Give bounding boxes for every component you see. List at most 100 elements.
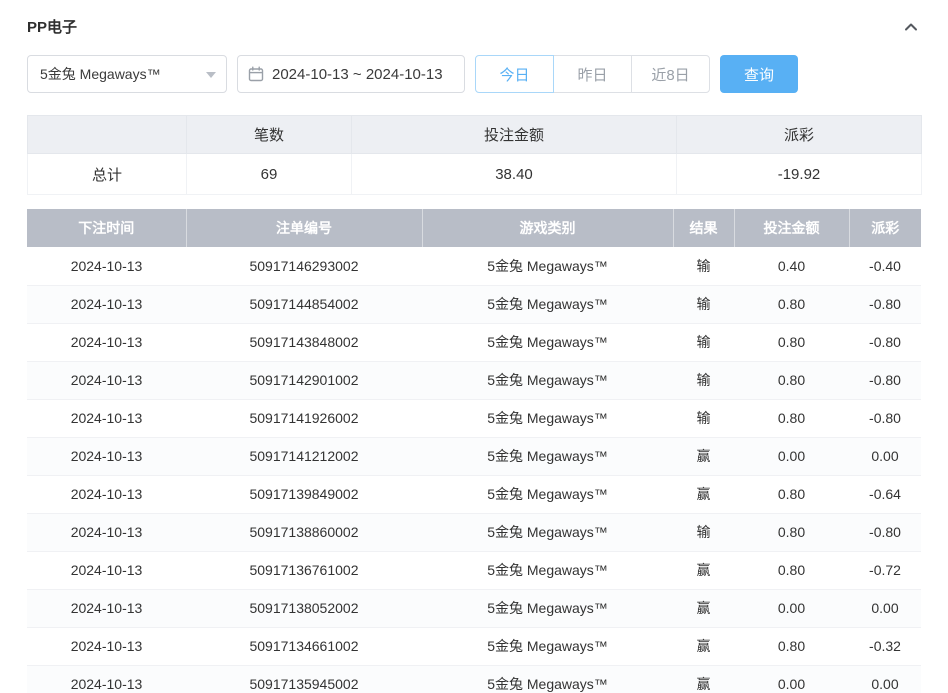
cell-bet-amount: 0.40: [734, 247, 849, 285]
cell-result: 输: [673, 513, 734, 551]
cell-bet-amount: 0.00: [734, 437, 849, 475]
table-row: 2024-10-13509171359450025金兔 Megaways™赢0.…: [27, 665, 921, 693]
cell-bet-time: 2024-10-13: [27, 399, 186, 437]
cell-bet-time: 2024-10-13: [27, 513, 186, 551]
summary-total-count: 69: [187, 154, 352, 195]
table-row: 2024-10-13509171438480025金兔 Megaways™输0.…: [27, 323, 921, 361]
table-row: 2024-10-13509171380520025金兔 Megaways™赢0.…: [27, 589, 921, 627]
header-bet-amount: 投注金额: [734, 209, 849, 247]
cell-result: 赢: [673, 437, 734, 475]
cell-bet-time: 2024-10-13: [27, 665, 186, 693]
cell-game-type: 5金兔 Megaways™: [422, 589, 673, 627]
cell-bet-amount: 0.00: [734, 589, 849, 627]
cell-bet-amount: 0.80: [734, 551, 849, 589]
cell-payout: -0.80: [849, 361, 921, 399]
cell-result: 输: [673, 247, 734, 285]
header-result: 结果: [673, 209, 734, 247]
table-row: 2024-10-13509171429010025金兔 Megaways™输0.…: [27, 361, 921, 399]
date-range-input[interactable]: 2024-10-13 ~ 2024-10-13: [237, 55, 465, 93]
cell-game-type: 5金兔 Megaways™: [422, 399, 673, 437]
cell-order-id: 50917141926002: [186, 399, 422, 437]
cell-result: 赢: [673, 665, 734, 693]
cell-bet-time: 2024-10-13: [27, 475, 186, 513]
cell-game-type: 5金兔 Megaways™: [422, 361, 673, 399]
cell-payout: -0.32: [849, 627, 921, 665]
summary-header-count: 笔数: [187, 116, 352, 154]
cell-payout: -0.80: [849, 285, 921, 323]
cell-bet-time: 2024-10-13: [27, 437, 186, 475]
summary-header-amount: 投注金额: [352, 116, 677, 154]
table-row: 2024-10-13509171412120025金兔 Megaways™赢0.…: [27, 437, 921, 475]
summary-total-row: 总计 69 38.40 -19.92: [28, 154, 922, 195]
cell-game-type: 5金兔 Megaways™: [422, 323, 673, 361]
cell-game-type: 5金兔 Megaways™: [422, 475, 673, 513]
cell-bet-amount: 0.80: [734, 361, 849, 399]
collapse-button[interactable]: [901, 17, 921, 37]
cell-bet-time: 2024-10-13: [27, 247, 186, 285]
summary-total-payout: -19.92: [677, 154, 922, 195]
cell-result: 赢: [673, 589, 734, 627]
cell-order-id: 50917136761002: [186, 551, 422, 589]
quick-button-today[interactable]: 今日: [475, 55, 554, 93]
cell-game-type: 5金兔 Megaways™: [422, 513, 673, 551]
summary-header-row: 笔数 投注金额 派彩: [28, 116, 922, 154]
cell-bet-amount: 0.80: [734, 475, 849, 513]
panel-title: PP电子: [27, 16, 77, 37]
cell-bet-time: 2024-10-13: [27, 323, 186, 361]
cell-game-type: 5金兔 Megaways™: [422, 285, 673, 323]
quick-range-group: 今日 昨日 近8日: [475, 55, 710, 93]
cell-game-type: 5金兔 Megaways™: [422, 437, 673, 475]
summary-total-amount: 38.40: [352, 154, 677, 195]
quick-button-last8days[interactable]: 近8日: [631, 55, 710, 93]
cell-bet-time: 2024-10-13: [27, 589, 186, 627]
chevron-down-icon: [206, 72, 216, 78]
cell-order-id: 50917143848002: [186, 323, 422, 361]
summary-table: 笔数 投注金额 派彩 总计 69 38.40 -19.92: [27, 115, 922, 195]
query-button[interactable]: 查询: [720, 55, 798, 93]
cell-result: 赢: [673, 627, 734, 665]
cell-bet-amount: 0.80: [734, 627, 849, 665]
cell-bet-amount: 0.80: [734, 285, 849, 323]
cell-game-type: 5金兔 Megaways™: [422, 247, 673, 285]
cell-bet-time: 2024-10-13: [27, 551, 186, 589]
cell-payout: 0.00: [849, 437, 921, 475]
panel-header: PP电子: [27, 16, 921, 37]
cell-result: 输: [673, 323, 734, 361]
cell-payout: -0.80: [849, 399, 921, 437]
cell-bet-time: 2024-10-13: [27, 361, 186, 399]
pp-games-panel: PP电子 5金兔 Megaways™ 2024-10-13 ~ 2024-10-…: [0, 0, 948, 693]
bet-table-body: 2024-10-13509171462930025金兔 Megaways™输0.…: [27, 247, 921, 693]
cell-result: 赢: [673, 475, 734, 513]
table-row: 2024-10-13509171462930025金兔 Megaways™输0.…: [27, 247, 921, 285]
cell-order-id: 50917138860002: [186, 513, 422, 551]
cell-game-type: 5金兔 Megaways™: [422, 665, 673, 693]
cell-order-id: 50917146293002: [186, 247, 422, 285]
cell-bet-amount: 0.00: [734, 665, 849, 693]
summary-header-payout: 派彩: [677, 116, 922, 154]
cell-payout: -0.64: [849, 475, 921, 513]
game-select-value: 5金兔 Megaways™: [40, 64, 161, 84]
cell-result: 输: [673, 285, 734, 323]
table-row: 2024-10-13509171388600025金兔 Megaways™输0.…: [27, 513, 921, 551]
cell-order-id: 50917142901002: [186, 361, 422, 399]
header-payout: 派彩: [849, 209, 921, 247]
cell-game-type: 5金兔 Megaways™: [422, 627, 673, 665]
game-select[interactable]: 5金兔 Megaways™: [27, 55, 227, 93]
summary-total-label: 总计: [28, 154, 187, 195]
cell-order-id: 50917141212002: [186, 437, 422, 475]
cell-order-id: 50917144854002: [186, 285, 422, 323]
table-row: 2024-10-13509171398490025金兔 Megaways™赢0.…: [27, 475, 921, 513]
table-row: 2024-10-13509171419260025金兔 Megaways™输0.…: [27, 399, 921, 437]
cell-payout: 0.00: [849, 589, 921, 627]
cell-bet-time: 2024-10-13: [27, 627, 186, 665]
header-game-type: 游戏类别: [422, 209, 673, 247]
cell-payout: -0.72: [849, 551, 921, 589]
cell-payout: -0.40: [849, 247, 921, 285]
header-bet-time: 下注时间: [27, 209, 186, 247]
quick-button-yesterday[interactable]: 昨日: [553, 55, 632, 93]
cell-bet-amount: 0.80: [734, 399, 849, 437]
table-row: 2024-10-13509171367610025金兔 Megaways™赢0.…: [27, 551, 921, 589]
cell-order-id: 50917135945002: [186, 665, 422, 693]
cell-order-id: 50917139849002: [186, 475, 422, 513]
calendar-icon: [248, 66, 264, 82]
